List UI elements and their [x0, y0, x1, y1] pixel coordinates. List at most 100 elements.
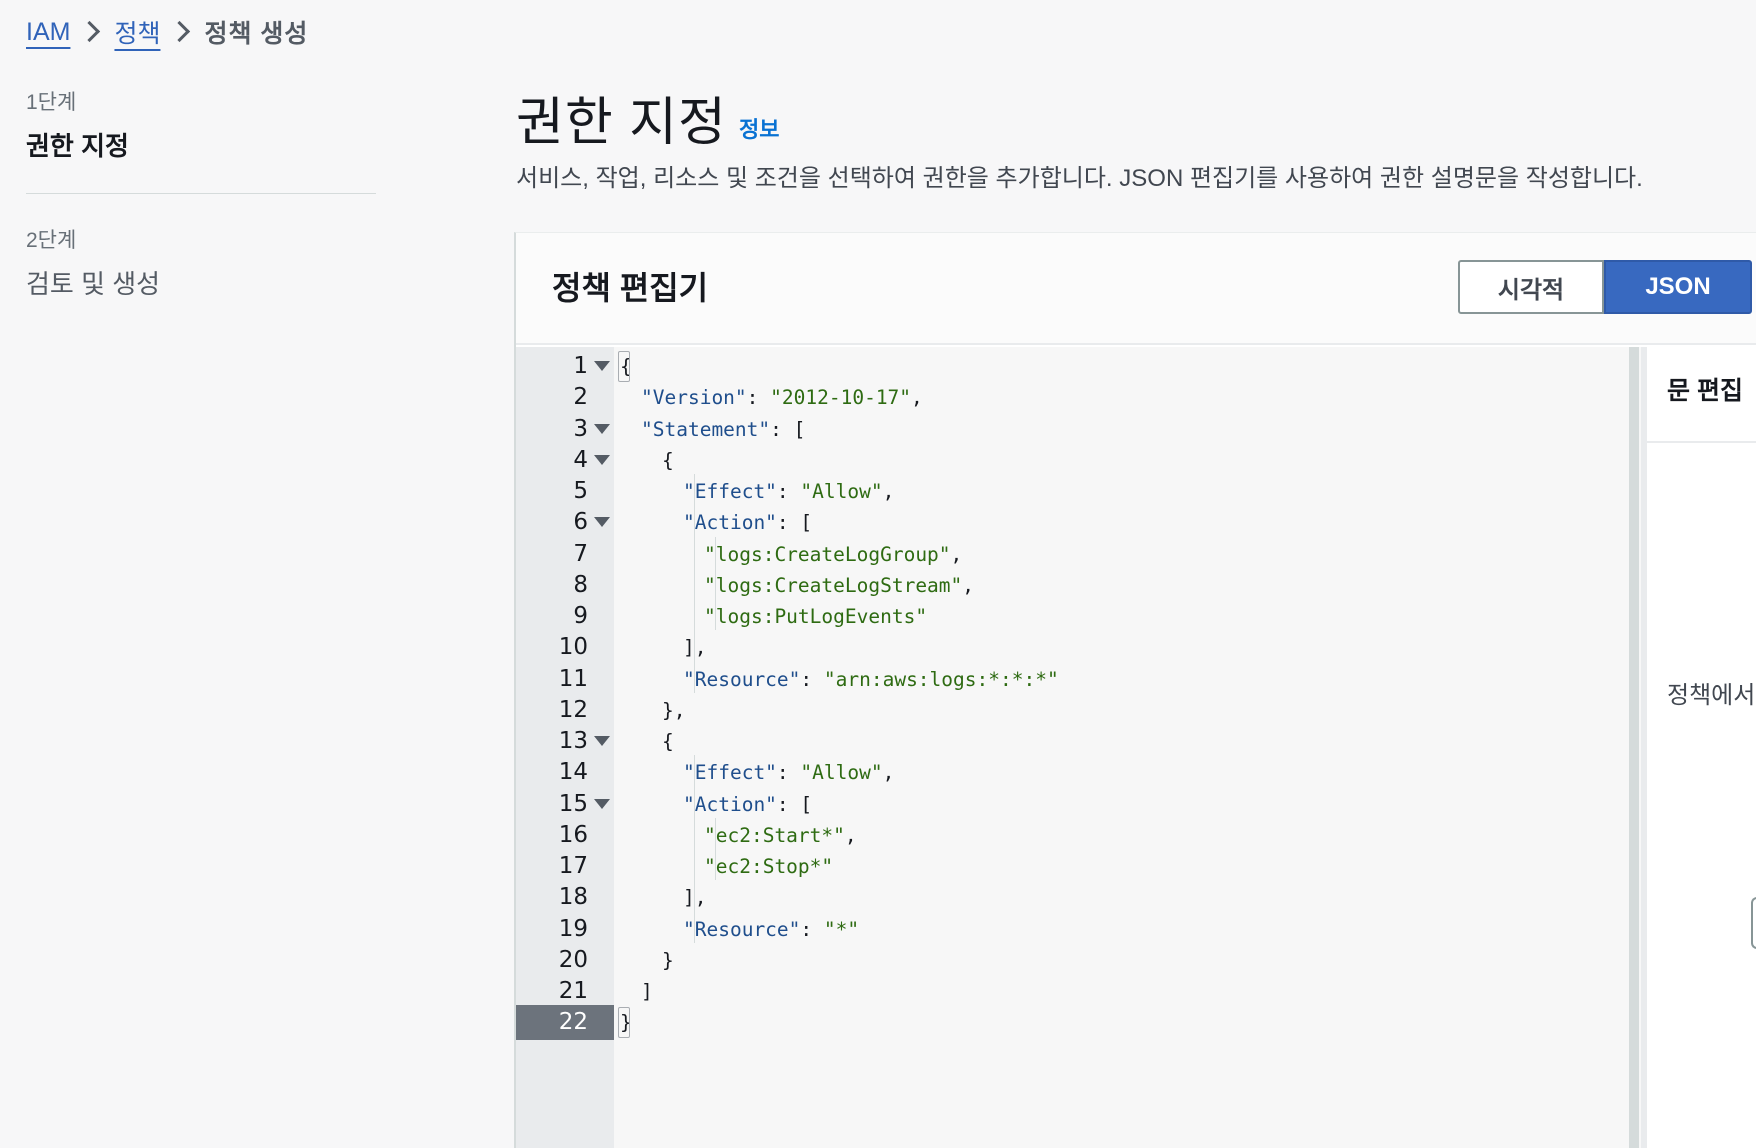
- step-divider: [26, 193, 376, 194]
- breadcrumb-current: 정책 생성: [204, 20, 309, 48]
- fold-toggle-icon[interactable]: [594, 736, 610, 746]
- info-link[interactable]: 정보: [739, 112, 779, 144]
- line-number: 1: [573, 353, 588, 379]
- code-line: 15 "Action": [: [516, 787, 1641, 822]
- indent-guide: [694, 911, 695, 943]
- code-text: "Statement": [: [641, 417, 806, 441]
- policy-editor-header: 정책 편집기 시각적 JSON: [516, 233, 1756, 345]
- line-number: 15: [558, 790, 588, 817]
- line-number: 12: [558, 696, 588, 723]
- matching-brace-highlight: [618, 1007, 630, 1039]
- code-text: {: [662, 448, 674, 472]
- statement-editor-divider: [1647, 441, 1756, 443]
- indent-guide: [694, 505, 695, 537]
- visual-mode-button[interactable]: 시각적: [1458, 260, 1604, 314]
- fold-toggle-icon[interactable]: [594, 423, 610, 434]
- page-title: 권한 지정: [516, 94, 727, 152]
- code-line: 1{: [516, 349, 1641, 384]
- statement-editor-text: 정책에서: [1667, 682, 1756, 709]
- line-number: 10: [558, 634, 588, 661]
- indent-guide: [694, 599, 695, 631]
- line-number: 8: [573, 571, 588, 598]
- indent-guide: [715, 817, 716, 849]
- json-code-editor[interactable]: 1{2 "Version": "2012-10-17", 3 "Statement":…: [516, 347, 1641, 1148]
- line-number: 11: [558, 665, 588, 692]
- code-text: "Action": [: [683, 511, 813, 535]
- code-line: 10],: [516, 630, 1641, 665]
- code-line: 22}: [516, 1005, 1641, 1040]
- code-line: 3 "Statement": [: [516, 412, 1641, 447]
- indent-guide: [715, 536, 716, 568]
- indent-guide: [694, 817, 695, 849]
- json-mode-button[interactable]: JSON: [1604, 260, 1752, 314]
- code-line: 2 "Version": "2012-10-17",: [516, 380, 1641, 415]
- line-number: 18: [558, 884, 588, 911]
- breadcrumb-iam-link[interactable]: IAM: [26, 18, 70, 47]
- code-line: 18],: [516, 880, 1641, 915]
- step-1-number: 1단계: [26, 91, 77, 114]
- code-line: 7 "logs:CreateLogGroup",: [516, 537, 1641, 572]
- indent-guide: [694, 849, 695, 881]
- line-number: 13: [558, 728, 588, 754]
- policy-editor-panel: 정책 편집기 시각적 JSON 1{2 "Version": "2012-10-1…: [514, 232, 1756, 1148]
- indent-guide: [715, 849, 716, 881]
- line-number: 14: [558, 759, 588, 786]
- code-line: 5 "Effect": "Allow",: [516, 474, 1641, 509]
- line-number: 4: [573, 446, 588, 473]
- chevron-right-icon: [160, 14, 204, 50]
- wizard-steps: 1단계 권한 지정 2단계 검토 및 생성: [26, 86, 376, 301]
- code-text: "Version": "2012-10-17",: [641, 386, 923, 410]
- line-number: 20: [558, 946, 588, 973]
- indent-guide: [694, 661, 695, 693]
- code-text: },: [662, 698, 686, 722]
- line-number: 2: [573, 384, 588, 411]
- code-text: "logs:CreateLogGroup",: [704, 542, 963, 566]
- indent-guide: [694, 536, 695, 568]
- indent-guide: [694, 630, 695, 662]
- policy-editor-title: 정책 편집기: [552, 270, 709, 306]
- indent-guide: [694, 755, 695, 787]
- code-text: "Resource": "*": [683, 917, 860, 941]
- code-line: 6 "Action": [: [516, 505, 1641, 540]
- step-2-title[interactable]: 검토 및 생성: [26, 264, 376, 301]
- indent-guide: [715, 567, 716, 599]
- code-line: 16 "ec2:Start*",: [516, 818, 1641, 853]
- statement-editor-button[interactable]: [1751, 897, 1756, 949]
- step-1: 1단계 권한 지정: [26, 86, 376, 163]
- code-line: 20}: [516, 943, 1641, 978]
- code-line: 4{: [516, 443, 1641, 478]
- line-number: 22: [558, 1009, 588, 1036]
- line-number: 9: [573, 603, 588, 629]
- indent-guide: [715, 599, 716, 631]
- page-description: 서비스, 작업, 리소스 및 조건을 선택하여 권한을 추가합니다. JSON …: [516, 165, 1643, 192]
- indent-guide: [694, 880, 695, 912]
- fold-toggle-icon[interactable]: [594, 361, 610, 371]
- code-line: 9 "logs:PutLogEvents": [516, 599, 1641, 634]
- code-text: "ec2:Start*",: [704, 823, 857, 847]
- line-number: 21: [558, 978, 588, 1004]
- code-line: 12},: [516, 693, 1641, 728]
- code-text: "Resource": "arn:aws:logs:*:*:*": [683, 667, 1059, 691]
- code-line: 11 "Resource": "arn:aws:logs:*:*:*": [516, 662, 1641, 697]
- code-text: "logs:CreateLogStream",: [704, 573, 975, 597]
- code-line: 13 {: [516, 724, 1641, 759]
- line-number: 17: [558, 853, 588, 879]
- code-line: 8 "logs:CreateLogStream",: [516, 568, 1641, 603]
- breadcrumb-policies-link[interactable]: 정책: [114, 14, 160, 50]
- fold-toggle-icon[interactable]: [594, 454, 610, 465]
- matching-brace-highlight: [618, 351, 630, 382]
- line-number: 19: [558, 915, 588, 942]
- line-number: 3: [573, 415, 588, 442]
- code-text: "Effect": "Allow",: [683, 761, 895, 785]
- line-number: 5: [573, 478, 588, 504]
- code-text: {: [662, 730, 674, 753]
- code-text: "Action": [: [683, 792, 813, 816]
- fold-toggle-icon[interactable]: [594, 798, 610, 809]
- fold-toggle-icon[interactable]: [594, 517, 610, 528]
- statement-editor-pane: 문 편집 정책에서: [1641, 347, 1756, 1148]
- code-line: 17 "ec2:Stop*": [516, 849, 1641, 884]
- indent-guide: [694, 567, 695, 599]
- step-2: 2단계 검토 및 생성: [26, 224, 376, 301]
- step-2-number: 2단계: [26, 229, 77, 252]
- chevron-right-icon: [70, 14, 114, 50]
